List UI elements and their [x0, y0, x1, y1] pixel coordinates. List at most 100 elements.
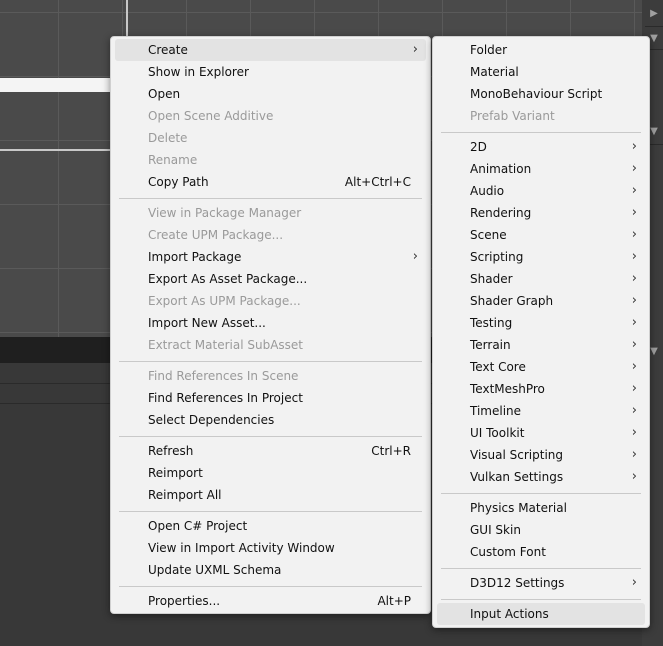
submenu-item-textmeshpro[interactable]: TextMeshPro › [437, 378, 645, 400]
menu-item-label: Find References In Scene [148, 369, 299, 383]
menu-item-label: Create UPM Package... [148, 228, 284, 242]
menu-item-label: Find References In Project [148, 391, 303, 405]
menu-item-view-in-import-activity-window[interactable]: View in Import Activity Window [115, 537, 426, 559]
menu-item-label: Scene [470, 228, 507, 242]
submenu-item-text-core[interactable]: Text Core › [437, 356, 645, 378]
submenu-item-testing[interactable]: Testing › [437, 312, 645, 334]
menu-item-label: Custom Font [470, 545, 546, 559]
menu-item-reimport[interactable]: Reimport [115, 462, 426, 484]
chevron-right-icon: › [631, 425, 637, 440]
menu-item-update-uxml-schema[interactable]: Update UXML Schema [115, 559, 426, 581]
menu-item-export-asset-package[interactable]: Export As Asset Package... [115, 268, 426, 290]
menu-item-label: Terrain [470, 338, 511, 352]
submenu-item-audio[interactable]: Audio › [437, 180, 645, 202]
menu-item-label: Export As Asset Package... [148, 272, 308, 286]
menu-item-shortcut: Alt+Ctrl+C [344, 175, 411, 189]
submenu-item-material[interactable]: Material [437, 61, 645, 83]
menu-item-import-package[interactable]: Import Package › [115, 246, 426, 268]
chevron-right-icon: › [631, 183, 637, 198]
submenu-item-folder[interactable]: Folder [437, 39, 645, 61]
menu-item-label: Create [148, 43, 188, 57]
menu-item-create[interactable]: Create › [115, 39, 426, 61]
submenu-item-physics-material[interactable]: Physics Material [437, 497, 645, 519]
menu-separator [119, 361, 422, 362]
menu-item-show-in-explorer[interactable]: Show in Explorer [115, 61, 426, 83]
menu-item-find-references-in-scene: Find References In Scene [115, 365, 426, 387]
submenu-item-d3d12-settings[interactable]: D3D12 Settings › [437, 572, 645, 594]
menu-item-label: Animation [470, 162, 532, 176]
menu-item-label: Show in Explorer [148, 65, 249, 79]
menu-item-copy-path[interactable]: Copy Path Alt+Ctrl+C [115, 171, 426, 193]
menu-item-label: Open C# Project [148, 519, 248, 533]
submenu-item-shader[interactable]: Shader › [437, 268, 645, 290]
menu-item-label: Properties... [148, 594, 221, 608]
menu-item-label: Physics Material [470, 501, 567, 515]
menu-item-view-in-package-manager: View in Package Manager [115, 202, 426, 224]
menu-item-label: Reimport [148, 466, 203, 480]
menu-item-label: Update UXML Schema [148, 563, 282, 577]
submenu-item-timeline[interactable]: Timeline › [437, 400, 645, 422]
chevron-right-icon: › [412, 42, 418, 57]
scene-gizmo-line [126, 0, 128, 40]
submenu-item-monobehaviour-script[interactable]: MonoBehaviour Script [437, 83, 645, 105]
menu-item-label: Material [470, 65, 519, 79]
chevron-right-icon: › [631, 315, 637, 330]
submenu-item-visual-scripting[interactable]: Visual Scripting › [437, 444, 645, 466]
menu-item-label: Folder [470, 43, 508, 57]
submenu-item-animation[interactable]: Animation › [437, 158, 645, 180]
submenu-item-shader-graph[interactable]: Shader Graph › [437, 290, 645, 312]
chevron-right-icon: › [631, 139, 637, 154]
chevron-right-icon: › [631, 381, 637, 396]
chevron-right-icon: › [631, 359, 637, 374]
menu-item-label: Import Package [148, 250, 242, 264]
menu-item-label: Prefab Variant [470, 109, 555, 123]
menu-item-label: Timeline [470, 404, 522, 418]
chevron-right-icon: › [631, 205, 637, 220]
strip-divider [645, 26, 663, 27]
menu-item-label: Export As UPM Package... [148, 294, 301, 308]
submenu-item-gui-skin[interactable]: GUI Skin [437, 519, 645, 541]
menu-separator [119, 511, 422, 512]
menu-item-label: Copy Path [148, 175, 209, 189]
menu-item-label: D3D12 Settings [470, 576, 565, 590]
menu-item-label: UI Toolkit [470, 426, 525, 440]
submenu-item-prefab-variant: Prefab Variant [437, 105, 645, 127]
menu-item-reimport-all[interactable]: Reimport All [115, 484, 426, 506]
submenu-item-ui-toolkit[interactable]: UI Toolkit › [437, 422, 645, 444]
menu-item-properties[interactable]: Properties... Alt+P [115, 590, 426, 612]
submenu-item-rendering[interactable]: Rendering › [437, 202, 645, 224]
menu-item-label: Text Core [470, 360, 526, 374]
submenu-item-custom-font[interactable]: Custom Font [437, 541, 645, 563]
menu-item-open-csharp-project[interactable]: Open C# Project [115, 515, 426, 537]
menu-item-select-dependencies[interactable]: Select Dependencies [115, 409, 426, 431]
menu-item-label: Open [148, 87, 181, 101]
menu-item-find-references-in-project[interactable]: Find References In Project [115, 387, 426, 409]
menu-item-label: Input Actions [470, 607, 549, 621]
chevron-right-icon: › [631, 227, 637, 242]
scene-gizmo-line [0, 149, 110, 151]
menu-item-import-new-asset[interactable]: Import New Asset... [115, 312, 426, 334]
submenu-item-vulkan-settings[interactable]: Vulkan Settings › [437, 466, 645, 488]
menu-item-open-scene-additive: Open Scene Additive [115, 105, 426, 127]
submenu-item-scene[interactable]: Scene › [437, 224, 645, 246]
menu-item-label: Refresh [148, 444, 194, 458]
menu-item-label: MonoBehaviour Script [470, 87, 603, 101]
menu-item-label: Scripting [470, 250, 524, 264]
menu-separator [441, 132, 641, 133]
chevron-right-icon: › [631, 447, 637, 462]
menu-separator [441, 568, 641, 569]
menu-item-open[interactable]: Open [115, 83, 426, 105]
chevron-right-icon: › [631, 293, 637, 308]
menu-item-label: Testing [470, 316, 513, 330]
create-submenu: Folder Material MonoBehaviour Script Pre… [432, 36, 650, 628]
play-arrow-icon[interactable]: ▶ [645, 6, 663, 22]
scene-gizmo-bar [0, 78, 110, 92]
menu-item-label: Reimport All [148, 488, 222, 502]
menu-item-refresh[interactable]: Refresh Ctrl+R [115, 440, 426, 462]
submenu-item-terrain[interactable]: Terrain › [437, 334, 645, 356]
chevron-right-icon: › [631, 469, 637, 484]
submenu-item-input-actions[interactable]: Input Actions [437, 603, 645, 625]
submenu-item-scripting[interactable]: Scripting › [437, 246, 645, 268]
submenu-item-2d[interactable]: 2D › [437, 136, 645, 158]
context-menu: Create › Show in Explorer Open Open Scen… [110, 36, 431, 614]
